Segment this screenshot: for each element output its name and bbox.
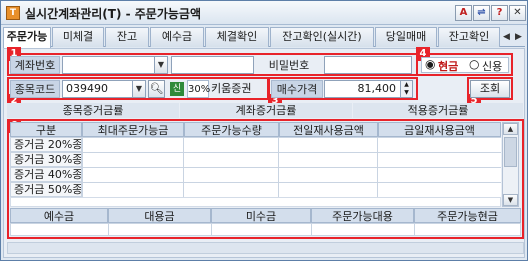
summary-header-orderable-substitute: 주문가능대용 — [311, 208, 414, 223]
title-bar: T 실시간계좌관리(T) - 주문가능금액 A ⇌ ? ✕ — [1, 1, 527, 25]
grid-row-label: 증거금 20%종목 — [10, 137, 82, 152]
tab-balance[interactable]: 잔고 — [105, 27, 149, 47]
grid-header-today-reuse: 금일재사용금액 — [378, 122, 501, 137]
tab-daytrade[interactable]: 당일매매 — [375, 27, 437, 47]
cash-credit-box: ◉ 현금 ○ 신용 — [421, 57, 509, 73]
grid-row-label: 증거금 40%종목 — [10, 167, 82, 182]
stock-code-value: 039490 — [66, 82, 108, 95]
scroll-up-icon[interactable]: ▲ — [503, 123, 518, 135]
main-panel: 1 계좌번호 ▼ 비밀번호 4 ◉ 현금 ○ 신용 2 종목코드 039490 … — [3, 47, 525, 258]
price-spinner-icon[interactable]: ▲ ▼ — [400, 81, 412, 97]
grid-empty-row — [10, 197, 501, 207]
link-button[interactable]: ⇌ — [473, 5, 490, 21]
grid-header-quantity: 주문가능수량 — [184, 122, 279, 137]
summary-divider — [211, 224, 212, 235]
window-title: 실시간계좌관리(T) - 주문가능금액 — [25, 7, 202, 21]
summary-values-row — [10, 223, 521, 236]
account-name-field — [171, 56, 254, 74]
credit-label[interactable]: 신용 — [482, 58, 502, 74]
tab-scroll-left-icon[interactable]: ◀ — [501, 29, 512, 45]
grid-divider — [278, 137, 279, 197]
summary-header-deposit: 예수금 — [10, 208, 108, 223]
tab-balance-realtime[interactable]: 잔고확인(실시간) — [270, 27, 374, 47]
summary-divider — [311, 224, 312, 235]
cash-radio-icon[interactable]: ◉ — [425, 57, 435, 71]
summary-header-substitute: 대용금 — [108, 208, 211, 223]
close-button[interactable]: ✕ — [509, 5, 526, 21]
password-input[interactable] — [324, 56, 412, 74]
search-icon[interactable]: 🔍︎ — [148, 80, 165, 98]
app-icon: T — [6, 6, 20, 20]
stock-code-label: 종목코드 — [10, 80, 60, 98]
summary-header-unpaid: 미수금 — [211, 208, 311, 223]
price-value: 81,400 — [357, 82, 397, 95]
account-label: 계좌번호 — [10, 56, 60, 74]
account-dropdown-icon[interactable]: ▼ — [154, 57, 167, 73]
help-button[interactable]: ? — [491, 5, 508, 21]
stock-code-input[interactable]: 039490 ▼ — [62, 80, 146, 98]
grid-header-prev-reuse: 전일재사용금액 — [279, 122, 378, 137]
query-button[interactable]: 조회 — [470, 80, 510, 98]
price-label: 매수가격 — [271, 80, 323, 98]
tab-bar: 주문가능 미체결 잔고 예수금 체결확인 잔고확인(실시간) 당일매매 잔고확인… — [3, 27, 525, 48]
account-margin-rate-header: 계좌증거금률 — [180, 103, 352, 118]
price-input[interactable]: 81,400 ▲ ▼ — [324, 80, 413, 98]
cash-label[interactable]: 현금 — [438, 58, 458, 74]
account-select[interactable]: ▼ — [62, 56, 168, 74]
tab-scroll-right-icon[interactable]: ▶ — [513, 29, 524, 45]
tab-unfilled[interactable]: 미체결 — [52, 27, 104, 47]
grid-scrollbar[interactable]: ▲ ▼ — [502, 122, 519, 207]
grid-header-max-amount: 최대주문가능금 — [82, 122, 184, 137]
grid-row-label: 증거금 50%종목 — [10, 182, 82, 197]
stock-margin-rate-header: 종목증거금률 — [7, 103, 179, 118]
window: T 실시간계좌관리(T) - 주문가능금액 A ⇌ ? ✕ 주문가능 미체결 잔… — [0, 0, 528, 261]
font-button[interactable]: A — [455, 5, 472, 21]
tab-execution-check[interactable]: 체결확인 — [205, 27, 269, 47]
grid-divider — [377, 137, 378, 197]
summary-divider — [108, 224, 109, 235]
applied-margin-rate-header: 적용증거금률 — [353, 103, 523, 118]
margin-rate-badge: 30% — [187, 80, 210, 98]
summary-divider — [414, 224, 415, 235]
tab-balance-check[interactable]: 잔고확인 — [438, 27, 500, 47]
scroll-thumb[interactable] — [504, 137, 517, 167]
password-label: 비밀번호 — [256, 56, 322, 74]
scroll-down-icon[interactable]: ▼ — [503, 194, 518, 206]
credit-badge: 신 — [170, 82, 184, 96]
grid-body — [82, 137, 501, 197]
tab-orderable[interactable]: 주문가능 — [3, 27, 51, 48]
tab-deposit[interactable]: 예수금 — [150, 27, 204, 47]
credit-radio-icon[interactable]: ○ — [469, 57, 479, 71]
status-bar — [7, 242, 524, 254]
summary-header-orderable-cash: 주문가능현금 — [414, 208, 521, 223]
grid-row-label: 증거금 30%종목 — [10, 152, 82, 167]
grid-divider — [183, 137, 184, 197]
stock-code-dropdown-icon[interactable]: ▼ — [132, 81, 145, 97]
stock-name: 키움증권 — [211, 82, 252, 95]
grid-header-category: 구분 — [10, 122, 82, 137]
